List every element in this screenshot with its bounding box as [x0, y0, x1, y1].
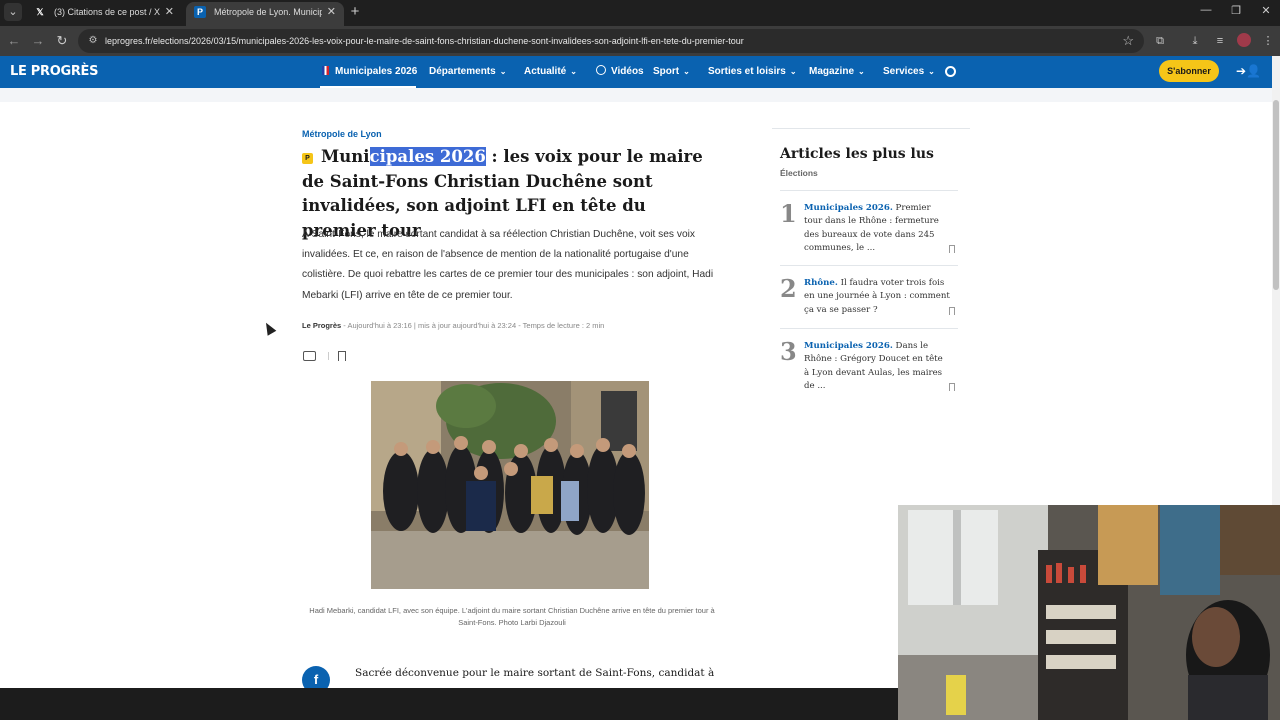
url-text[interactable]: leprogres.fr/elections/2026/03/15/munici… — [105, 29, 744, 53]
divider — [328, 352, 329, 360]
chevron-down-icon: ⌄ — [928, 67, 935, 76]
byline-source: Le Progrès — [302, 321, 342, 330]
nav-label: Sorties et loisirs — [708, 66, 786, 77]
browser-tab-leprogres[interactable]: P Métropole de Lyon. Municipales ✕ — [186, 2, 344, 26]
nav-services[interactable]: Services ⌄ — [883, 56, 935, 88]
photo-caption: Hadi Mebarki, candidat LFI, avec son équ… — [309, 606, 715, 627]
bookmark-icon[interactable] — [338, 351, 346, 361]
nav-municipales[interactable]: Municipales 2026 — [322, 56, 417, 88]
extensions-icon[interactable]: ⧉ — [1152, 33, 1168, 49]
mouse-cursor-icon — [261, 320, 277, 336]
nav-label: Services — [883, 66, 925, 77]
menu-icon[interactable]: ⋮ — [1260, 33, 1276, 49]
headline-part: Muni — [321, 147, 370, 166]
nav-label: Actualité — [524, 66, 567, 77]
divider — [780, 265, 958, 266]
nav-label: Sport — [653, 66, 680, 77]
sidebar-title: Articles les plus lus — [780, 146, 934, 162]
premium-badge-icon: P — [302, 153, 313, 164]
site-logo[interactable]: LE PROGRÈS — [10, 64, 99, 79]
headline-selected-text: cipales 2026 — [369, 147, 486, 166]
window-close-icon[interactable]: ✕ — [1256, 4, 1276, 17]
divider — [780, 190, 958, 191]
chevron-down-icon: ⌄ — [570, 67, 577, 76]
sidebar-subtitle: Élections — [780, 168, 818, 178]
tab-title: Métropole de Lyon. Municipales — [214, 7, 322, 17]
bookmark-star-icon[interactable]: ☆ — [1122, 33, 1134, 49]
article-lede: À Saint-Fons, le maire sortant candidat … — [302, 229, 714, 301]
article-byline: Le Progrès - Aujourd'hui à 23:16 | mis à… — [302, 321, 604, 330]
profile-avatar[interactable] — [1237, 33, 1251, 47]
item-kicker: Rhône. — [804, 278, 838, 288]
webcam-overlay — [898, 505, 1280, 720]
most-read-item-3[interactable]: Municipales 2026. Dans le Rhône : Grégor… — [804, 340, 950, 393]
most-read-item-1[interactable]: Municipales 2026. Premier tour dans le R… — [804, 202, 950, 255]
nav-departements[interactable]: Départements ⌄ — [429, 56, 506, 88]
bookmark-icon[interactable] — [949, 307, 955, 315]
comment-icon[interactable] — [303, 351, 316, 361]
nav-label: Départements — [429, 66, 496, 77]
chevron-down-icon: ⌄ — [683, 67, 690, 76]
scrollbar-thumb[interactable] — [1273, 100, 1279, 290]
forward-icon[interactable]: → — [30, 33, 46, 49]
tab-search-chevron-icon[interactable]: ⌄ — [4, 3, 22, 21]
reload-icon[interactable]: ↻ — [54, 33, 70, 49]
rank-number: 1 — [780, 199, 797, 228]
minimize-icon[interactable]: — — [1196, 4, 1216, 16]
site-header: LE PROGRÈS Municipales 2026 Départements… — [0, 56, 1272, 88]
nav-magazine[interactable]: Magazine ⌄ — [809, 56, 865, 88]
browser-tab-strip: ⌄ 𝕏 (3) Citations de ce post / X ✕ P Mét… — [0, 0, 1280, 26]
article-section-label[interactable]: Métropole de Lyon — [302, 129, 382, 139]
most-read-item-2[interactable]: Rhône. Il faudra voter trois fois en une… — [804, 277, 950, 317]
close-icon[interactable]: ✕ — [165, 2, 174, 22]
new-tab-icon[interactable]: + — [346, 3, 364, 21]
sidebar-top-border — [772, 128, 970, 129]
user-login-icon[interactable]: ➔👤 — [1236, 64, 1261, 78]
rank-number: 2 — [780, 274, 797, 303]
divider — [780, 328, 958, 329]
nav-label: Magazine — [809, 66, 855, 77]
nav-sport[interactable]: Sport ⌄ — [653, 56, 690, 88]
chevron-down-icon: ⌄ — [789, 67, 797, 76]
item-kicker: Municipales 2026. — [804, 341, 893, 351]
address-bar[interactable]: ⚙ leprogres.fr/elections/2026/03/15/muni… — [78, 29, 1144, 53]
article-body-text: Sacrée déconvenue pour le maire sortant … — [355, 667, 715, 679]
download-icon[interactable]: ⤓ — [1187, 33, 1203, 49]
site-info-icon[interactable]: ⚙ — [86, 34, 100, 48]
nav-label: Municipales 2026 — [335, 66, 418, 77]
chevron-down-icon: ⌄ — [499, 67, 507, 76]
byline-meta: - Aujourd'hui à 23:16 | mis à jour aujou… — [341, 321, 605, 330]
search-icon[interactable] — [945, 66, 956, 77]
rank-number: 3 — [780, 337, 797, 366]
bookmark-icon[interactable] — [949, 383, 955, 391]
close-icon[interactable]: ✕ — [327, 2, 336, 22]
flag-fr-icon — [322, 66, 329, 75]
bookmark-icon[interactable] — [949, 245, 955, 253]
nav-sorties[interactable]: Sorties et loisirs ⌄ — [708, 56, 797, 88]
bottom-dark-band — [0, 688, 898, 720]
nav-videos[interactable]: Vidéos — [596, 56, 644, 88]
nav-label: Vidéos — [611, 66, 644, 77]
page-top-band — [0, 88, 1272, 102]
play-icon — [596, 65, 606, 75]
x-logo-icon: 𝕏 — [36, 7, 44, 17]
tab-title: (3) Citations de ce post / X — [54, 7, 161, 17]
back-icon[interactable]: ← — [6, 33, 22, 49]
browser-tab-x[interactable]: 𝕏 (3) Citations de ce post / X ✕ — [26, 2, 182, 26]
le-progres-favicon-icon: P — [194, 6, 206, 18]
nav-actualite[interactable]: Actualité ⌄ — [524, 56, 577, 88]
media-icon[interactable]: ≡ — [1212, 33, 1228, 49]
maximize-icon[interactable]: ❐ — [1226, 4, 1246, 17]
article-photo[interactable] — [371, 381, 649, 589]
browser-toolbar: ← → ↻ ⚙ leprogres.fr/elections/2026/03/1… — [0, 26, 1280, 56]
item-kicker: Municipales 2026. — [804, 203, 893, 213]
chevron-down-icon: ⌄ — [858, 67, 865, 76]
subscribe-button[interactable]: S'abonner — [1159, 60, 1219, 82]
